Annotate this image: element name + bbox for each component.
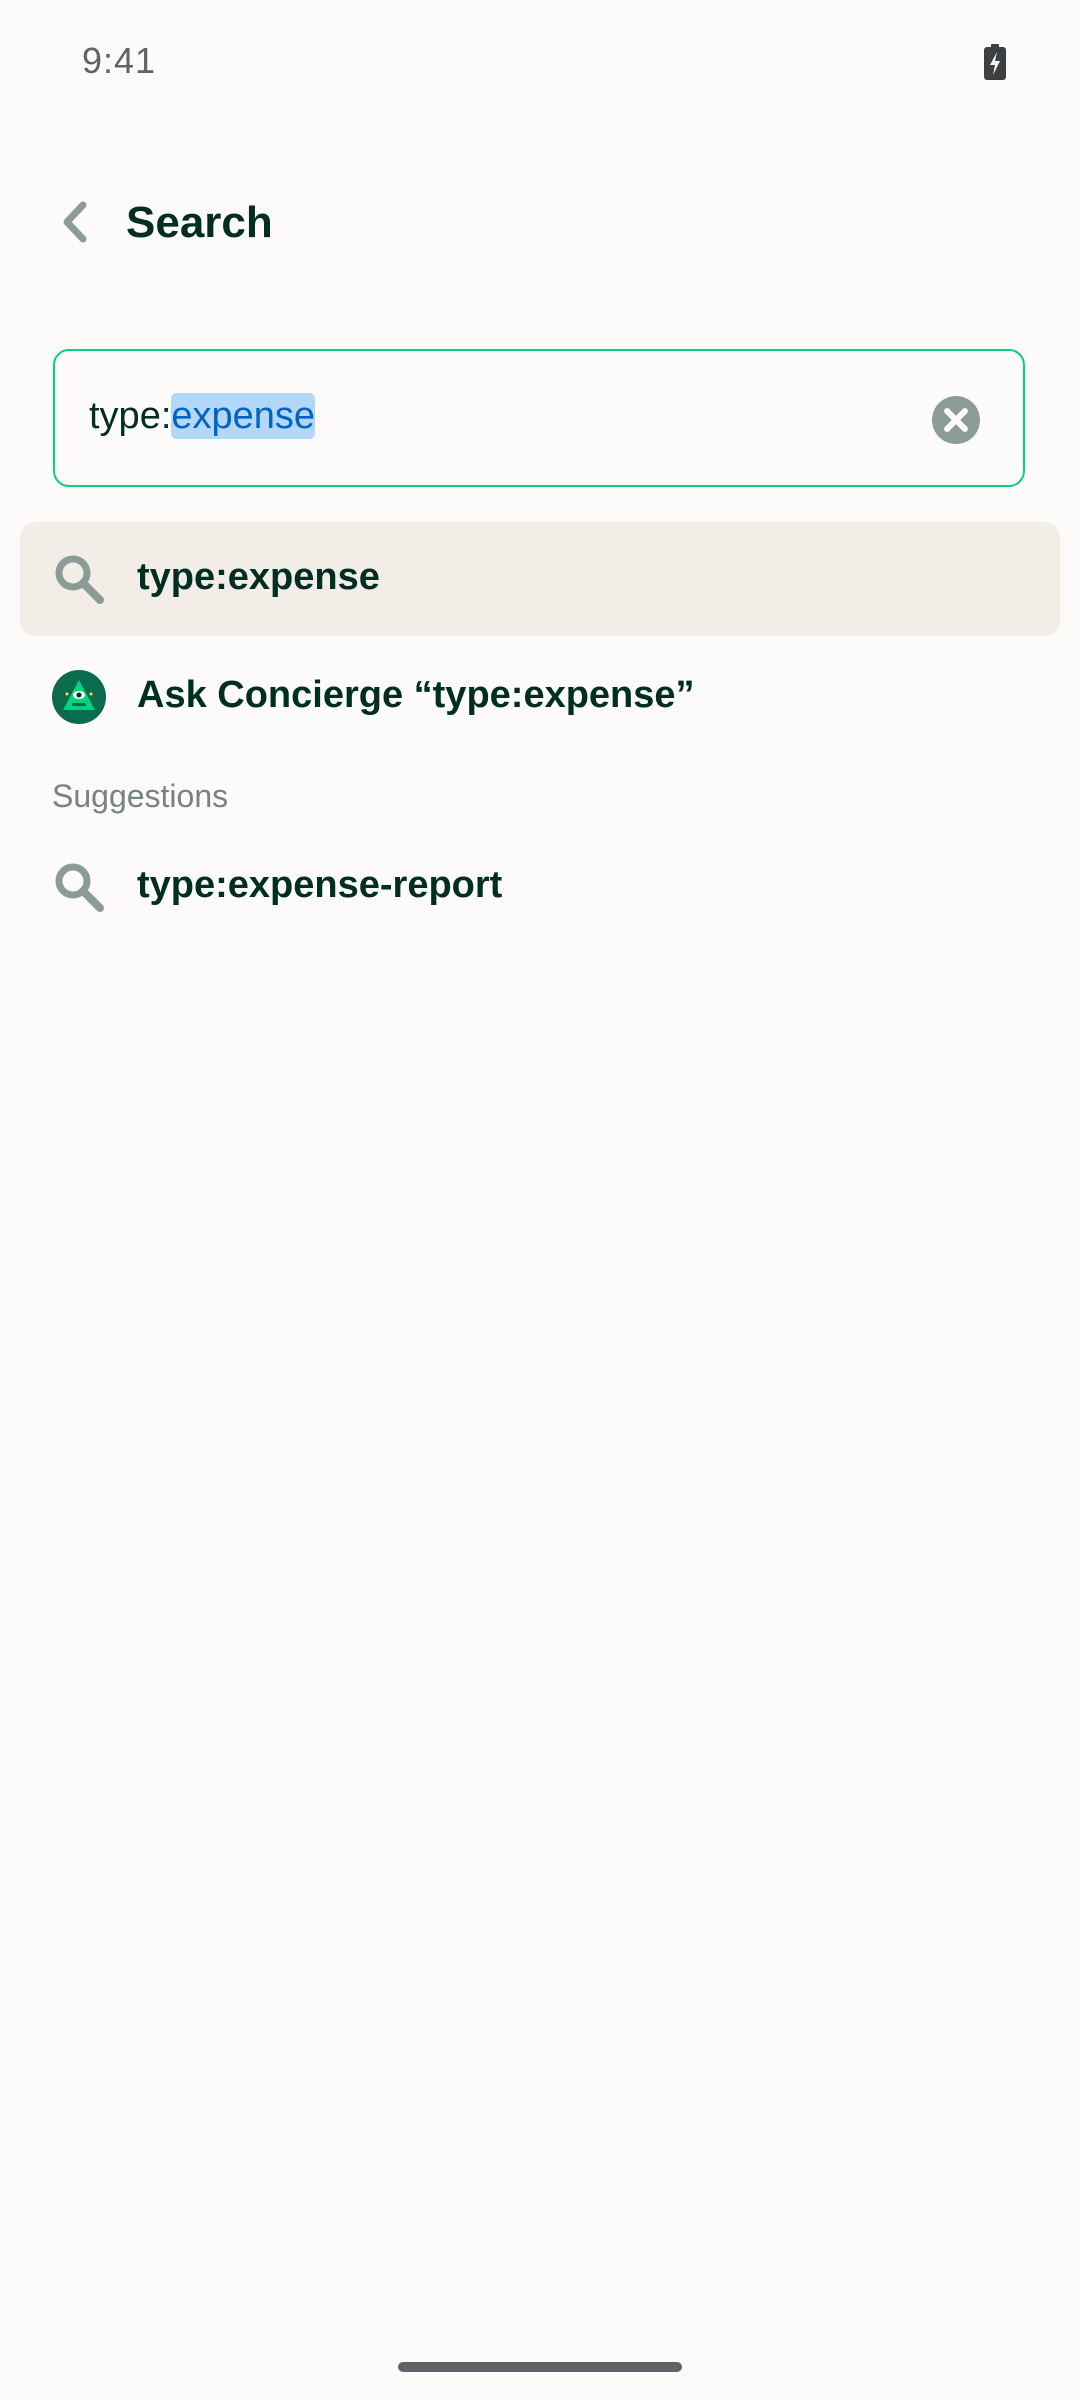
status-bar: 9:41 [0, 0, 1080, 128]
ask-concierge-row[interactable]: Ask Concierge “type:expense” [20, 640, 1060, 754]
search-value-prefix: type: [89, 395, 172, 437]
header: Search [0, 180, 1080, 268]
search-value-selected-text: expense [171, 393, 316, 439]
ask-concierge-label: Ask Concierge “type:expense” [137, 674, 695, 716]
back-button[interactable] [44, 194, 104, 254]
search-icon [52, 860, 106, 914]
search-screen: 9:41 Search type:expense type:expense As… [0, 0, 1080, 2400]
concierge-avatar-icon [52, 670, 106, 724]
status-time: 9:41 [82, 40, 157, 81]
clear-circle-icon [932, 396, 980, 444]
page-title: Search [126, 198, 273, 247]
suggestions-heading: Suggestions [52, 778, 229, 814]
search-input[interactable]: type:expense [53, 349, 1025, 487]
clear-search-button[interactable] [931, 395, 981, 445]
battery-charging-icon [984, 44, 1006, 80]
suggestion-row[interactable]: type:expense-report [20, 830, 1060, 944]
home-indicator[interactable] [398, 2362, 682, 2372]
suggestion-label: type:expense-report [137, 864, 503, 906]
search-result-label: type:expense [137, 556, 380, 598]
chevron-left-icon [58, 200, 90, 249]
search-result-row[interactable]: type:expense [20, 522, 1060, 636]
search-icon [52, 552, 106, 606]
search-input-value[interactable]: type:expense [89, 393, 316, 439]
